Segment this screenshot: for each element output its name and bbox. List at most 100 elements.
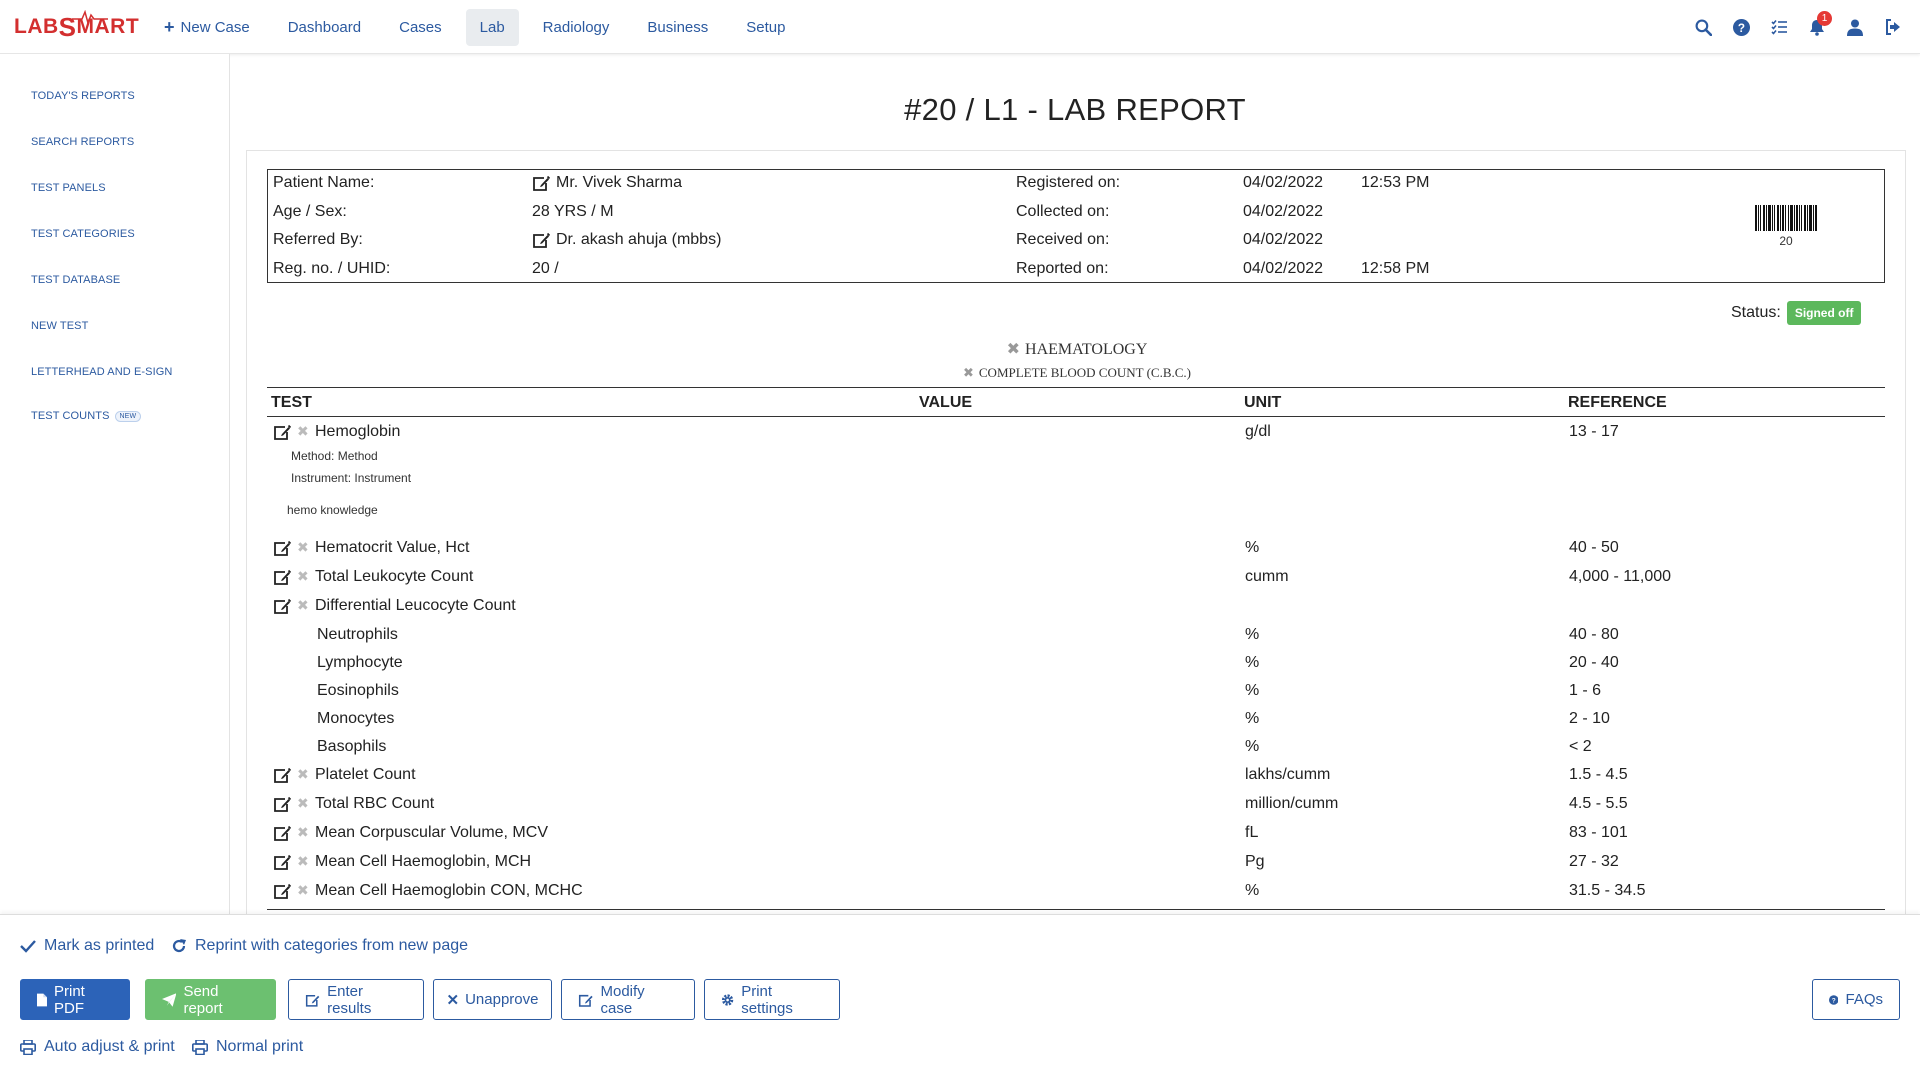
column-test: TEST <box>271 394 312 411</box>
main-content: #20 / L1 - LAB REPORT Patient Name: Mr. … <box>230 54 1920 914</box>
test-unit: million/cumm <box>1245 795 1339 812</box>
patient-info-box: Patient Name: Mr. Vivek Sharma Age / Sex… <box>267 169 1885 283</box>
edit-icon[interactable] <box>273 540 292 561</box>
test-unit: % <box>1245 882 1260 899</box>
remove-test-icon[interactable]: ✖ <box>297 539 309 556</box>
received-label: Received on: <box>1016 231 1110 248</box>
remove-test-icon[interactable]: ✖ <box>297 423 309 440</box>
send-report-button[interactable]: Send report <box>145 979 276 1020</box>
modify-case-button[interactable]: Modify case <box>561 979 695 1020</box>
edit-icon[interactable] <box>273 569 292 590</box>
reported-date: 04/02/2022 <box>1243 260 1324 277</box>
sidebar-item-new-test[interactable]: NEW TEST <box>31 320 88 332</box>
logout-icon[interactable] <box>1874 8 1912 46</box>
nav-new-case-label: New Case <box>180 18 250 36</box>
labsmart-logo[interactable]: LAB S MART <box>14 10 139 42</box>
patient-name-value: Mr. Vivek Sharma <box>556 174 682 191</box>
sidebar-item-test-counts[interactable]: TEST COUNTS NEW <box>31 410 142 422</box>
bell-icon[interactable]: 1 <box>1798 8 1836 46</box>
sidebar-item-todays-reports[interactable]: TODAY'S REPORTS <box>31 90 135 102</box>
nav-setup[interactable]: Setup <box>732 9 799 46</box>
patient-name: Mr. Vivek Sharma <box>532 174 682 192</box>
column-unit: UNIT <box>1244 394 1282 411</box>
svg-text:?: ? <box>1737 21 1744 34</box>
nav-business[interactable]: Business <box>633 9 722 46</box>
help-icon: ? <box>1829 994 1839 1005</box>
nav-new-case[interactable]: + New Case <box>150 8 264 46</box>
print-settings-label: Print settings <box>741 982 793 1017</box>
sidebar-item-test-counts-label: TEST COUNTS <box>31 410 110 422</box>
remove-category-icon[interactable]: ✖ <box>1007 341 1020 358</box>
search-icon[interactable] <box>1684 8 1722 46</box>
edit-icon[interactable] <box>532 175 550 191</box>
remove-test-icon[interactable]: ✖ <box>297 766 309 783</box>
normal-print-link[interactable]: Normal print <box>192 1038 303 1056</box>
test-name: Differential Leucocyte Count <box>315 597 516 614</box>
test-method: Method: Method <box>291 449 378 463</box>
edit-icon[interactable] <box>273 883 292 904</box>
edit-icon[interactable] <box>532 232 550 248</box>
logo-text-lab: LAB <box>14 15 59 38</box>
status-label: Status: <box>1731 304 1781 321</box>
help-icon[interactable]: ? <box>1722 8 1760 46</box>
collected-date: 04/02/2022 <box>1243 203 1324 220</box>
column-reference: REFERENCE <box>1568 394 1667 411</box>
auto-adjust-print-link[interactable]: Auto adjust & print <box>20 1038 175 1056</box>
svg-text:?: ? <box>1832 997 1836 1004</box>
nav-dashboard[interactable]: Dashboard <box>274 9 375 46</box>
print-pdf-button[interactable]: Print PDF <box>20 979 130 1020</box>
sidebar-item-test-database[interactable]: TEST DATABASE <box>31 274 120 286</box>
test-instrument: Instrument: Instrument <box>291 471 412 485</box>
column-value: VALUE <box>919 394 973 411</box>
nav-radiology[interactable]: Radiology <box>529 9 624 46</box>
table-row: ✖ Hemoglobin g/dl 13 - 17 <box>267 423 1885 447</box>
barcode <box>1755 205 1817 231</box>
remove-test-icon[interactable]: ✖ <box>297 597 309 614</box>
mark-as-printed-link[interactable]: Mark as printed <box>20 937 154 955</box>
reg-value: 20 / <box>532 260 559 277</box>
print-settings-button[interactable]: Print settings <box>704 979 840 1020</box>
test-unit: % <box>1245 654 1260 671</box>
faqs-button[interactable]: ? FAQs <box>1812 979 1900 1020</box>
edit-icon[interactable] <box>273 854 292 875</box>
registered-time: 12:53 PM <box>1361 174 1430 191</box>
remove-test-icon[interactable]: ✖ <box>297 795 309 812</box>
reprint-link[interactable]: Reprint with categories from new page <box>171 937 468 955</box>
sidebar-item-test-panels[interactable]: TEST PANELS <box>31 182 106 194</box>
test-knowledge: hemo knowledge <box>287 503 378 517</box>
remove-test-icon[interactable]: ✖ <box>297 824 309 841</box>
ecg-line-icon <box>72 10 108 24</box>
sidebar-item-search-reports[interactable]: SEARCH REPORTS <box>31 136 134 148</box>
test-name: Hemoglobin <box>315 423 401 440</box>
enter-results-button[interactable]: Enter results <box>288 979 424 1020</box>
age-sex-label: Age / Sex: <box>273 203 347 220</box>
edit-icon <box>578 994 593 1007</box>
edit-icon[interactable] <box>273 796 292 817</box>
sidebar-item-letterhead[interactable]: LETTERHEAD AND E-SIGN <box>31 366 172 378</box>
test-unit: Pg <box>1245 853 1265 870</box>
test-reference: 40 - 80 <box>1569 626 1619 643</box>
sidebar-item-test-categories[interactable]: TEST CATEGORIES <box>31 228 135 240</box>
registered-label: Registered on: <box>1016 174 1121 191</box>
nav-cases[interactable]: Cases <box>385 9 456 46</box>
edit-icon[interactable] <box>273 598 292 619</box>
table-row: ✖ Mean Corpuscular Volume, MCV fL 83 - 1… <box>267 824 1885 848</box>
edit-icon[interactable] <box>273 767 292 788</box>
test-name: Basophils <box>317 738 387 755</box>
remove-test-icon[interactable]: ✖ <box>297 568 309 585</box>
user-icon[interactable] <box>1836 8 1874 46</box>
lab-report: Patient Name: Mr. Vivek Sharma Age / Sex… <box>246 150 1906 914</box>
test-reference: 40 - 50 <box>1569 539 1619 556</box>
nav-lab[interactable]: Lab <box>465 8 519 46</box>
edit-icon[interactable] <box>273 424 292 445</box>
test-name: Mean Corpuscular Volume, MCV <box>315 824 548 841</box>
remove-test-icon[interactable]: ✖ <box>297 882 309 899</box>
tasks-icon[interactable] <box>1760 8 1798 46</box>
unapprove-button[interactable]: ✕ Unapprove <box>433 979 552 1020</box>
remove-test-icon[interactable]: ✖ <box>297 853 309 870</box>
table-row: ✖ Platelet Count lakhs/cumm 1.5 - 4.5 <box>267 766 1885 790</box>
test-reference: 31.5 - 34.5 <box>1569 882 1646 899</box>
test-name: Mean Cell Haemoglobin, MCH <box>315 853 532 870</box>
remove-panel-icon[interactable]: ✖ <box>963 365 974 380</box>
edit-icon[interactable] <box>273 825 292 846</box>
